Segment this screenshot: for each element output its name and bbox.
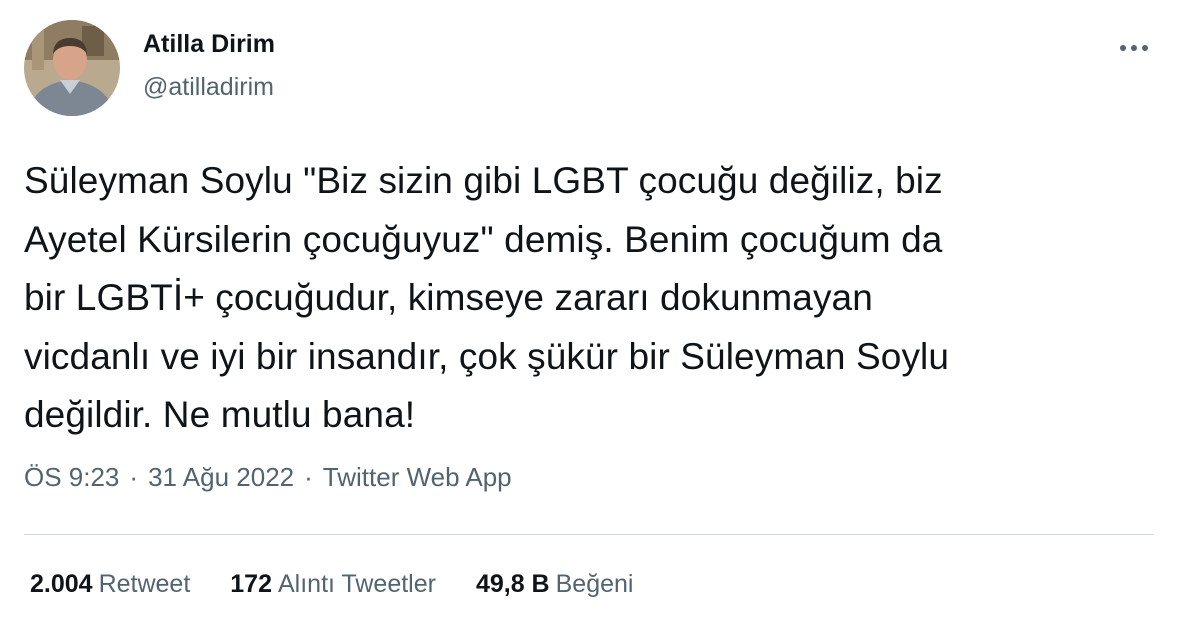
quote-tweets-stat[interactable]: 172 Alıntı Tweetler — [230, 570, 436, 599]
tweet-time[interactable]: ÖS 9:23 — [24, 462, 119, 493]
tweet-metadata: ÖS 9:23 · 31 Ağu 2022 · Twitter Web App — [24, 462, 512, 493]
tweet-date[interactable]: 31 Ağu 2022 — [148, 462, 294, 493]
tweet-text: Süleyman Soylu "Biz sizin gibi LGBT çocu… — [24, 160, 950, 435]
likes-count: 49,8 B — [475, 570, 550, 598]
author-avatar[interactable] — [24, 20, 120, 116]
retweets-stat[interactable]: 2.004 Retweet — [30, 570, 190, 599]
quote-tweets-count: 172 — [230, 570, 272, 598]
divider — [24, 534, 1154, 535]
likes-stat[interactable]: 49,8 B Beğeni — [476, 570, 634, 599]
meta-separator: · — [129, 462, 139, 492]
quote-tweets-label: Alıntı Tweetler — [278, 570, 436, 598]
more-options-button[interactable] — [1110, 28, 1158, 68]
engagement-stats: 2.004 Retweet 172 Alıntı Tweetler 49,8 B Be… — [30, 570, 633, 599]
profile-photo-icon — [24, 20, 120, 116]
more-options-icon — [1120, 45, 1148, 51]
retweets-label: Retweet — [98, 570, 191, 598]
retweets-count: 2.004 — [30, 570, 93, 598]
meta-separator: · — [304, 462, 313, 492]
likes-label: Beğeni — [555, 570, 634, 598]
author-display-name[interactable]: Atilla Dirim — [143, 30, 275, 59]
tweet-source[interactable]: Twitter Web App — [323, 462, 512, 493]
tweet-card: Atilla Dirim @atilladirim Süleyman Soylu… — [0, 0, 1186, 636]
author-handle[interactable]: @atilladirim — [143, 73, 274, 102]
